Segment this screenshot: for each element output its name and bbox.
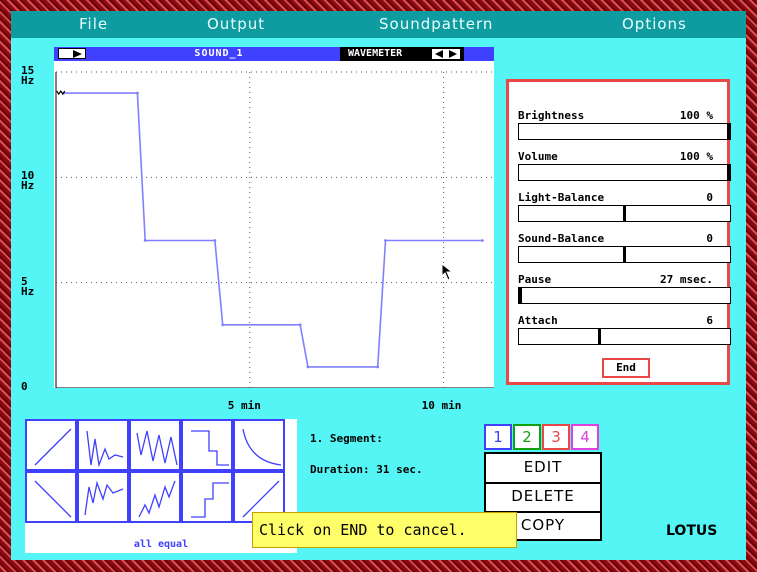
noise-rise-icon[interactable] [129,471,181,523]
menu-options[interactable]: Options [622,15,687,33]
segment-2-button[interactable]: 2 [513,424,541,450]
right-arrow-icon [73,50,82,58]
setting-value: 100 % [679,109,713,122]
setting-slider[interactable] [518,246,731,263]
mouse-cursor-icon [441,263,454,281]
end-button[interactable]: End [602,358,650,378]
setting-label: Volume [518,150,558,163]
ramp-up-icon[interactable] [25,419,77,471]
brand-logo: LOTUS [666,523,718,539]
waveform-point [213,239,217,242]
waveform-point [221,323,225,327]
curve-down-icon[interactable] [233,419,285,471]
setting-label: Pause [518,273,552,286]
setting-value: 0 [706,232,713,245]
setting-slider[interactable] [518,164,731,181]
setting-label: Sound-Balance [518,232,605,245]
help-tooltip: Click on END to cancel. [252,512,517,548]
noise-down-icon[interactable] [77,419,129,471]
edit-button[interactable]: EDIT [486,454,600,484]
x-tick-label: 5 min [227,399,261,412]
wavemeter-label: WAVEMETER [348,48,403,59]
setting-slider[interactable] [518,205,731,222]
setting-value: 100 % [679,150,713,163]
noise-flat-icon[interactable] [129,419,181,471]
step-down-icon[interactable] [181,419,233,471]
y-tick-label: 0 [21,380,28,393]
waveform-point [384,239,387,242]
graph-window: SOUND_1 WAVEMETER [54,47,494,388]
segment-4-button[interactable]: 4 [571,424,599,450]
slider-knob[interactable] [623,206,626,221]
collapse-button[interactable] [58,48,86,59]
left-right-arrows-icon[interactable] [432,49,460,59]
y-tick-label: 5 Hz [21,276,35,298]
duration-label: Duration: 31 sec. [310,463,423,476]
waveform-point [135,91,139,95]
waveform-point [480,239,484,242]
menu-file[interactable]: File [79,15,108,33]
start-marker [56,89,66,96]
waveform-point [306,365,310,369]
step-up-icon[interactable] [181,471,233,523]
slider-knob[interactable] [727,124,730,139]
graph-title-bar: SOUND_1 WAVEMETER [54,47,494,61]
chart-axes [55,72,494,388]
delete-button[interactable]: DELETE [486,483,600,513]
noise-up-icon[interactable] [77,471,129,523]
slider-knob[interactable] [727,165,730,180]
setting-value: 6 [706,314,713,327]
slider-knob[interactable] [519,288,522,303]
setting-value: 27 msec. [660,273,713,286]
setting-label: Attach [518,314,558,327]
setting-label: Light-Balance [518,191,605,204]
settings-panel: Brightness 100 % Volume 100 % Light-Balance 0… [506,79,731,385]
window-frame: File Output Soundpattern Options SOUND_1… [0,0,757,572]
y-tick-label: 10 Hz [21,170,35,193]
segment-3-button[interactable]: 3 [542,424,570,450]
waveform-point [376,365,380,369]
waveform-point [143,239,147,242]
menu-soundpattern[interactable]: Soundpattern [379,15,493,33]
setting-slider[interactable] [518,123,731,140]
menu-bar: File Output Soundpattern Options [11,11,746,38]
y-tick-unit: Hz [21,179,35,193]
setting-label: Brightness [518,109,585,122]
setting-slider[interactable] [518,328,731,345]
waveform-line [63,92,483,368]
y-tick-value: 0 [21,380,28,393]
wavemeter-selector[interactable]: WAVEMETER [340,47,464,61]
ramp-down-icon[interactable] [25,471,77,523]
screen: File Output Soundpattern Options SOUND_1… [11,11,746,560]
slider-knob[interactable] [623,247,626,262]
segment-label: 1. Segment: [310,432,383,445]
y-tick-unit: Hz [21,284,35,298]
setting-value: 0 [706,191,713,204]
waveform-chart[interactable] [54,47,494,388]
setting-slider[interactable] [518,287,731,304]
sound-name: SOUND_1 [194,48,244,59]
y-tick-unit: Hz [21,74,35,87]
x-tick-label: 10 min [421,399,462,412]
waveform-point [298,323,302,327]
segment-1-button[interactable]: 1 [484,424,512,450]
menu-output[interactable]: Output [207,15,265,33]
slider-knob[interactable] [598,329,601,344]
y-tick-label: 15 Hz [21,65,35,87]
